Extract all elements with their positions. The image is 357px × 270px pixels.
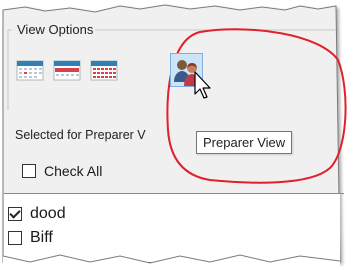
calendar-wide-view-button[interactable] <box>52 56 82 84</box>
list-item-biff[interactable]: Biff <box>8 229 53 247</box>
calendar-small-icon <box>16 60 44 81</box>
calendar-grid-icon <box>90 60 118 81</box>
preparer-view-tooltip: Preparer View <box>196 131 293 154</box>
list-item-label: dood <box>30 205 66 222</box>
mouse-cursor-icon <box>194 71 211 99</box>
list-divider <box>4 193 344 194</box>
calendar-grid-view-button[interactable] <box>89 56 119 84</box>
calendar-wide-icon <box>53 60 81 81</box>
calendar-small-view-button[interactable] <box>15 56 45 84</box>
check-all-box[interactable] <box>22 164 36 178</box>
check-all-label: Check All <box>44 163 103 179</box>
list-item-label: Biff <box>30 229 53 246</box>
list-item-dood[interactable]: dood <box>8 205 66 223</box>
preparer-section-label: Selected for Preparer V <box>15 128 146 142</box>
dood-checkbox[interactable] <box>8 207 22 221</box>
view-options-group-label: View Options <box>15 22 96 37</box>
check-all-checkbox[interactable]: Check All <box>22 163 102 179</box>
biff-checkbox[interactable] <box>8 231 22 245</box>
